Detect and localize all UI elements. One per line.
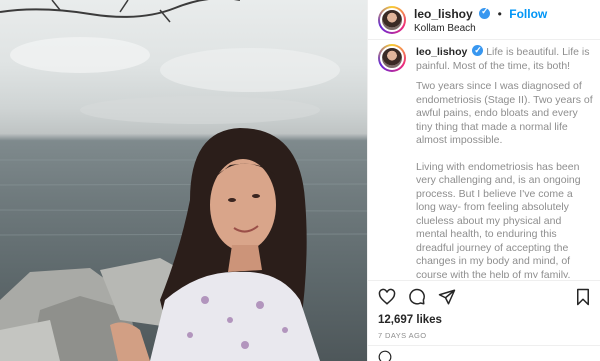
- comment-bar: [368, 345, 600, 361]
- caption-area: leo_lishoy Life is beautiful. Life is pa…: [378, 42, 596, 278]
- avatar[interactable]: [378, 6, 406, 34]
- comment-icon[interactable]: [408, 288, 426, 306]
- caption-username[interactable]: leo_lishoy: [416, 46, 467, 58]
- header-user-row: leo_lishoy • Follow: [414, 5, 547, 23]
- post-timestamp[interactable]: 7 DAYS AGO: [378, 331, 426, 340]
- share-icon[interactable]: [438, 288, 456, 306]
- photo-illustration: [0, 0, 367, 361]
- verified-badge-icon: [472, 43, 484, 57]
- username-link[interactable]: leo_lishoy: [414, 7, 473, 21]
- follow-button[interactable]: Follow: [509, 7, 547, 21]
- caption-avatar[interactable]: [378, 44, 406, 72]
- caption-intro: leo_lishoy Life is beautiful. Life is pa…: [416, 43, 594, 73]
- post-header: leo_lishoy • Follow Kollam Beach: [368, 0, 600, 40]
- emoji-icon[interactable]: [378, 350, 392, 361]
- post-photo[interactable]: [0, 0, 367, 361]
- separator-dot: •: [497, 7, 502, 21]
- location-link[interactable]: Kollam Beach: [414, 23, 476, 34]
- likes-count[interactable]: 12,697 likes: [378, 314, 442, 326]
- post-side-panel: leo_lishoy • Follow Kollam Beach leo_lis…: [367, 0, 600, 361]
- verified-badge-icon: [479, 6, 491, 19]
- caption-body: Two years since I was diagnosed of endom…: [416, 80, 594, 278]
- action-bar: [368, 280, 600, 310]
- heart-icon[interactable]: [378, 288, 396, 306]
- bookmark-icon[interactable]: [574, 288, 592, 306]
- caption-paragraph: Living with endometriosis has been very …: [416, 160, 581, 279]
- caption-paragraph: Two years since I was diagnosed of endom…: [416, 80, 593, 146]
